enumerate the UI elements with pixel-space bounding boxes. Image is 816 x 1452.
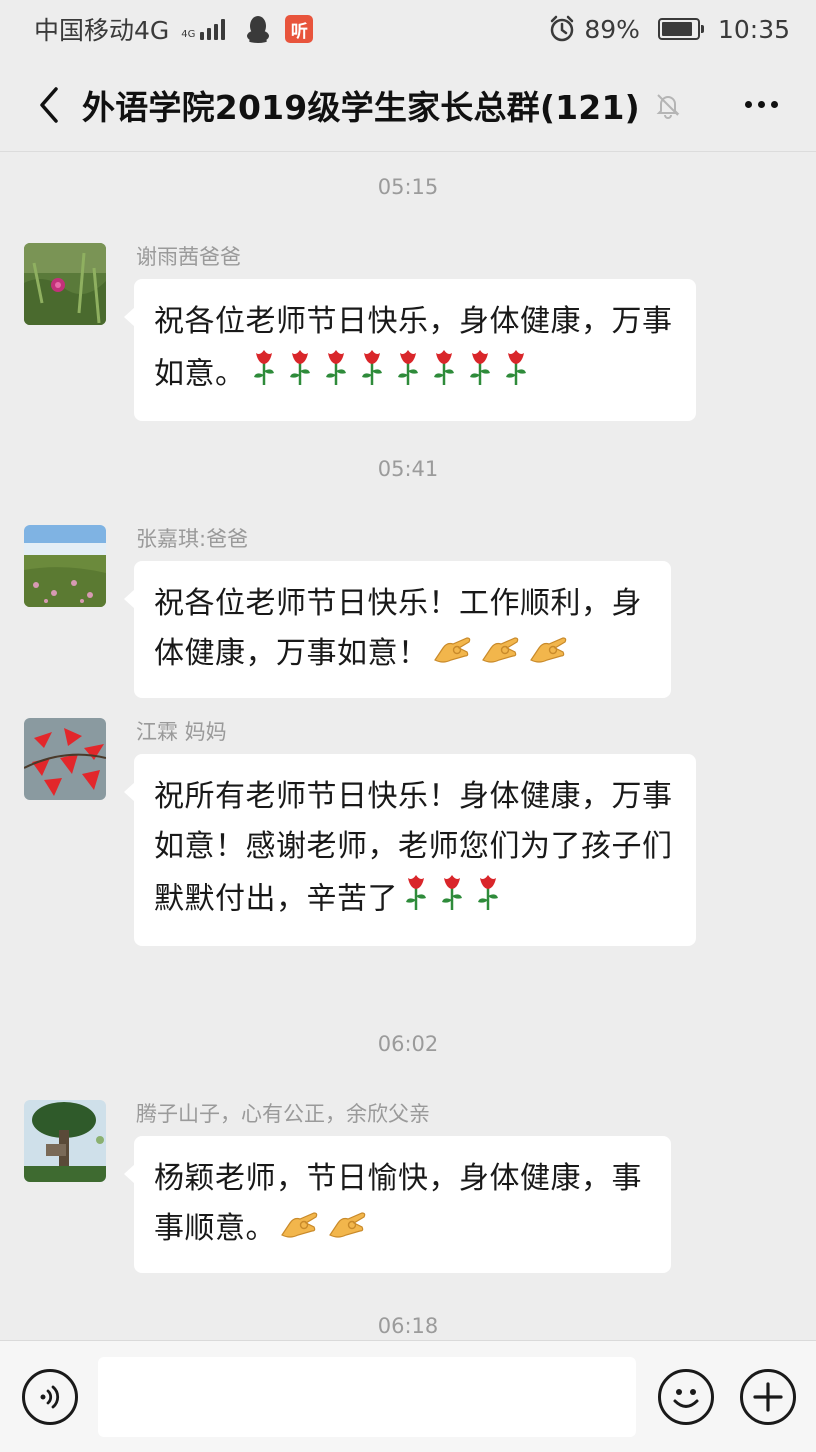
voice-icon (40, 1385, 60, 1408)
rose-emoji-icon (474, 872, 502, 928)
more-button[interactable] (740, 84, 782, 126)
emoji-button[interactable] (658, 1368, 714, 1425)
avatar[interactable] (24, 718, 106, 800)
chevron-left-icon (40, 86, 58, 123)
rose-emoji-icon (322, 347, 350, 403)
rose-emoji-icon (250, 347, 278, 403)
sender-name: 腾子山子，心有公正，余欣父亲 (136, 1102, 430, 1126)
message-bubble[interactable]: 杨颖老师，节日愉快，身体健康，事事顺意。 (124, 1136, 671, 1273)
flower-avatar-image (24, 243, 106, 325)
ok-hand-emoji-icon (481, 630, 521, 680)
rose-emoji-icon (358, 347, 386, 403)
tree-avatar-image (24, 1100, 106, 1182)
alarm-icon (551, 15, 574, 42)
status-right: 89% 10:35 (548, 15, 790, 44)
message-row: 江霖 妈妈 祝所有老师节日快乐！身体健康，万事如意！感谢老师，老师您们为了孩子们… (24, 718, 696, 946)
message-bubble[interactable]: 祝所有老师节日快乐！身体健康，万事如意！感谢老师，老师您们为了孩子们默默付出，辛… (124, 754, 696, 946)
status-bar: 中国移动4G 4G 听 89% 10:35 (0, 0, 816, 58)
message-bubble[interactable]: 祝各位老师节日快乐，身体健康，万事如意。 (124, 279, 696, 421)
message-bubble[interactable]: 祝各位老师节日快乐！工作顺利，身体健康，万事如意！ (124, 561, 671, 698)
ok-hand-emoji-icon (433, 630, 473, 680)
rose-emoji-icon (438, 872, 466, 928)
chat-header: 外语学院2019级学生家长总群(121) (0, 58, 816, 152)
title-wrap: 外语学院2019级学生家长总群(121) (82, 81, 682, 129)
network-tag: 4G (181, 29, 196, 40)
plus-icon (753, 1381, 783, 1412)
ellipsis-icon (744, 101, 752, 108)
timestamp: 05:41 (377, 457, 439, 481)
rose-emoji-icon (402, 872, 430, 928)
rose-emoji-icon (430, 347, 458, 403)
message-row: 腾子山子，心有公正，余欣父亲 杨颖老师，节日愉快，身体健康，事事顺意。 (24, 1100, 671, 1273)
avatar[interactable] (24, 525, 106, 607)
message-text: 杨颖老师，节日愉快，身体健康，事事顺意。 (154, 1161, 642, 1246)
rose-emoji-icon (502, 347, 530, 403)
ok-hand-emoji-icon (529, 630, 569, 680)
rose-emoji-icon (286, 347, 314, 403)
battery-percent: 89% (584, 14, 640, 44)
sender-name: 张嘉琪:爸爸 (136, 527, 249, 551)
back-button[interactable] (24, 75, 74, 135)
signal-icon: 4G (181, 18, 226, 40)
plus-button[interactable] (740, 1368, 796, 1425)
timestamp: 06:18 (377, 1314, 439, 1338)
message-row: 张嘉琪:爸爸 祝各位老师节日快乐！工作顺利，身体健康，万事如意！ (24, 525, 671, 698)
smiley-icon (673, 1388, 699, 1408)
rose-emoji-icon (466, 347, 494, 403)
chat-title[interactable]: 外语学院2019级学生家长总群(121) (82, 81, 640, 129)
timestamp: 05:15 (377, 175, 439, 199)
message-body: 张嘉琪:爸爸 祝各位老师节日快乐！工作顺利，身体健康，万事如意！ (124, 525, 671, 698)
sender-name: 谢雨茜爸爸 (136, 245, 241, 269)
avatar[interactable] (24, 1100, 106, 1182)
ok-hand-emoji-icon (280, 1205, 320, 1255)
avatar[interactable] (24, 243, 106, 325)
qq-penguin-icon (247, 16, 270, 43)
sender-name: 江霖 妈妈 (136, 720, 227, 744)
rose-emoji-icon (394, 347, 422, 403)
message-body: 谢雨茜爸爸 祝各位老师节日快乐，身体健康，万事如意。 (124, 243, 696, 421)
message-body: 江霖 妈妈 祝所有老师节日快乐！身体健康，万事如意！感谢老师，老师您们为了孩子们… (124, 718, 696, 946)
ok-hand-emoji-icon (328, 1205, 368, 1255)
status-left: 中国移动4G 4G 听 (34, 11, 314, 47)
message-body: 腾子山子，心有公正，余欣父亲 杨颖老师，节日愉快，身体健康，事事顺意。 (124, 1100, 671, 1273)
input-bar (0, 1340, 816, 1452)
voice-button[interactable] (22, 1368, 78, 1425)
message-input[interactable] (98, 1356, 636, 1437)
message-row: 谢雨茜爸爸 祝各位老师节日快乐，身体健康，万事如意。 (24, 243, 696, 421)
bell-off-icon (656, 93, 680, 119)
maple-avatar-image (24, 718, 106, 800)
timestamp: 06:02 (377, 1032, 439, 1056)
field-avatar-image (24, 525, 106, 607)
battery-icon (657, 18, 704, 40)
clock: 10:35 (717, 14, 790, 44)
battery-fill (661, 22, 693, 36)
chat-area[interactable]: 05:15 谢雨茜爸爸 祝各位老师节日快乐，身体健康，万事如意。 05:41 张… (0, 153, 816, 1340)
listen-app-icon: 听 (285, 15, 314, 43)
carrier-label: 中国移动4G (34, 16, 170, 45)
